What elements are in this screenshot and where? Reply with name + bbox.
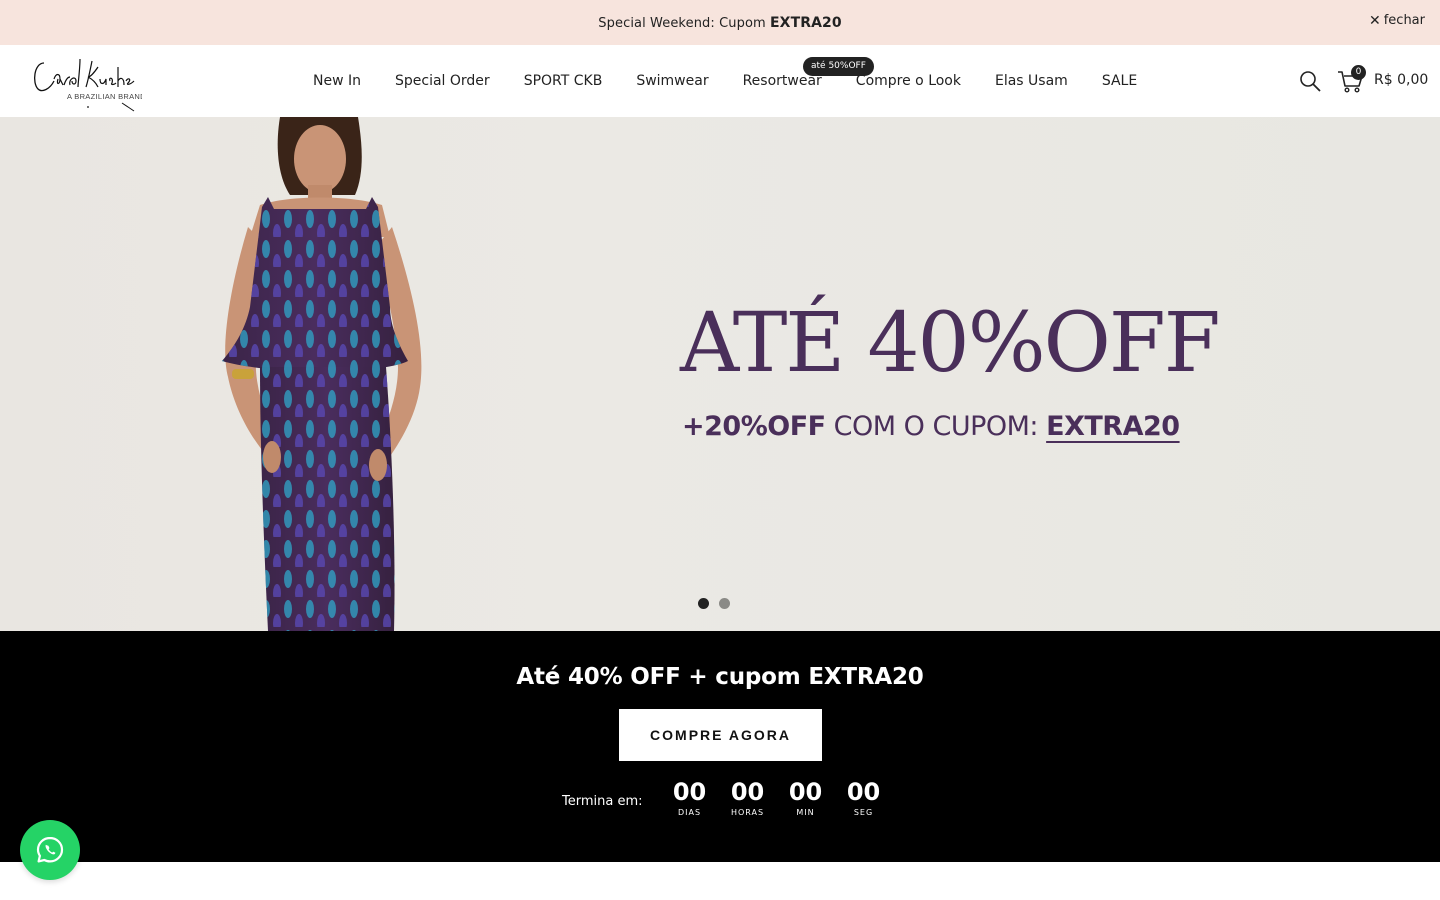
- countdown-minutes: 00 MIN: [777, 778, 835, 818]
- whatsapp-icon: [36, 836, 64, 863]
- hero-subheadline: +20%OFF COM O CUPOM: EXTRA20: [682, 411, 1180, 442]
- hero-headline: ATÉ 40%OFF: [680, 296, 1221, 391]
- countdown-hours: 00 HORAS: [719, 778, 777, 818]
- announcement-bar: Special Weekend: Cupom EXTRA20 ✕ fechar: [0, 0, 1440, 45]
- nav-new-in[interactable]: New In: [296, 73, 378, 89]
- countdown-label: Termina em:: [562, 794, 643, 809]
- slider-dot-2[interactable]: [719, 598, 730, 609]
- countdown-seconds-value: 00: [846, 778, 881, 806]
- site-header: A BRAZILIAN BRAND New In Special Order S…: [0, 45, 1440, 117]
- countdown-days: 00 DIAS: [661, 778, 719, 818]
- countdown-days-caption: DIAS: [677, 808, 702, 818]
- cart-count-badge: 0: [1351, 65, 1366, 80]
- main-navigation: New In Special Order SPORT CKB Swimwear …: [296, 45, 1154, 117]
- close-label: fechar: [1383, 13, 1425, 28]
- hero-extra-discount: +20%OFF: [682, 411, 826, 442]
- countdown-minutes-caption: MIN: [796, 808, 815, 818]
- countdown-timer: Termina em: 00 DIAS 00 HORAS 00 MIN 00 S…: [562, 778, 893, 818]
- brand-logo[interactable]: A BRAZILIAN BRAND: [30, 49, 146, 113]
- slider-pagination: [698, 598, 730, 609]
- close-icon: ✕: [1368, 12, 1381, 29]
- nav-elas-usam[interactable]: Elas Usam: [978, 73, 1085, 89]
- countdown-hours-value: 00: [730, 778, 765, 806]
- countdown-hours-caption: HORAS: [730, 808, 765, 818]
- countdown-seconds: 00 SEG: [835, 778, 893, 818]
- announcement-message: Special Weekend: Cupom: [598, 15, 771, 31]
- sale-badge: até 50%OFF: [803, 57, 874, 76]
- nav-sale[interactable]: SALE: [1085, 73, 1154, 89]
- whatsapp-button[interactable]: [20, 820, 80, 880]
- promo-title: Até 40% OFF + cupom EXTRA20: [516, 664, 924, 690]
- announcement-code: EXTRA20: [770, 14, 842, 31]
- shop-now-button[interactable]: COMPRE AGORA: [619, 709, 822, 761]
- announcement-text: Special Weekend: Cupom EXTRA20: [598, 15, 841, 31]
- logo-tagline: A BRAZILIAN BRAND: [67, 92, 142, 101]
- search-icon[interactable]: [1298, 69, 1322, 93]
- hero-coupon-text: COM O CUPOM:: [825, 411, 1047, 442]
- nav-special-order[interactable]: Special Order: [378, 73, 507, 89]
- hero-slider[interactable]: ATÉ 40%OFF +20%OFF COM O CUPOM: EXTRA20: [0, 117, 1440, 631]
- nav-swimwear[interactable]: Swimwear: [619, 73, 725, 89]
- hero-coupon-code: EXTRA20: [1046, 411, 1180, 442]
- promo-section: Até 40% OFF + cupom EXTRA20 COMPRE AGORA…: [0, 631, 1440, 862]
- countdown-minutes-value: 00: [788, 778, 823, 806]
- announcement-close-button[interactable]: ✕ fechar: [1369, 13, 1425, 28]
- countdown-days-value: 00: [672, 778, 707, 806]
- hero-model-image: [222, 117, 422, 631]
- nav-sport-ckb[interactable]: SPORT CKB: [507, 73, 620, 89]
- countdown-seconds-caption: SEG: [853, 808, 874, 818]
- cart-total[interactable]: R$ 0,00: [1374, 72, 1428, 88]
- slider-dot-1[interactable]: [698, 598, 709, 609]
